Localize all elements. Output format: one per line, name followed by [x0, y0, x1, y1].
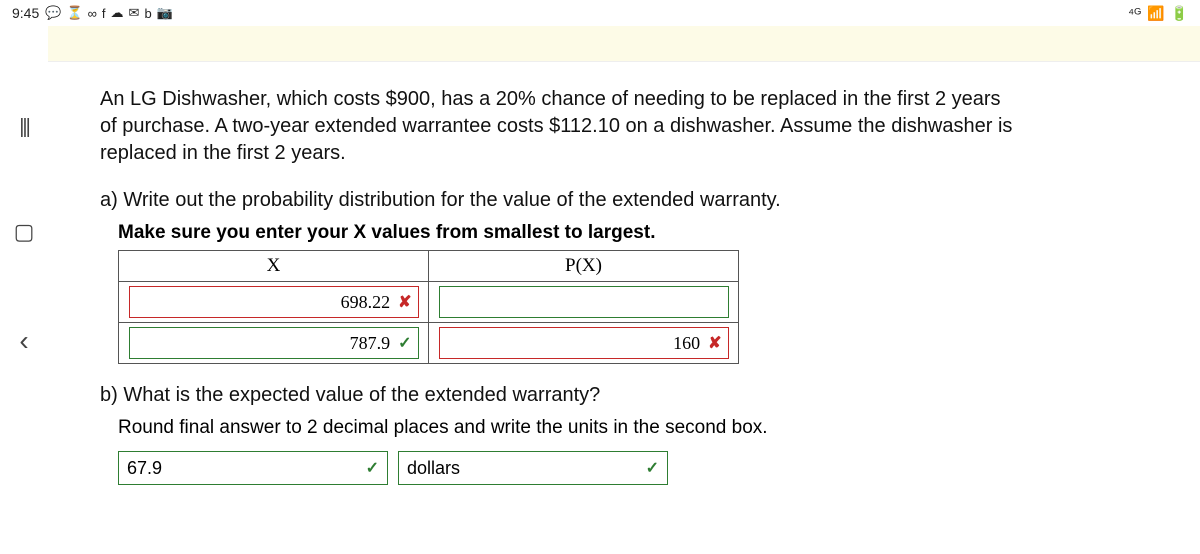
home-button[interactable]: ▢	[14, 219, 35, 245]
mail-icon: ✉	[129, 5, 140, 21]
table-row: 787.9 ✓ 160 ✘	[119, 323, 739, 364]
facebook-icon: f	[102, 6, 106, 21]
units-input[interactable]: dollars ✓	[398, 451, 668, 485]
expected-value-row: 67.9 ✓ dollars ✓	[118, 451, 1170, 485]
x-value-2: 787.9	[350, 333, 391, 354]
expected-value-input[interactable]: 67.9 ✓	[118, 451, 388, 485]
camera-icon: 📷	[157, 5, 173, 21]
px-value-2: 160	[673, 333, 700, 354]
x-input-2[interactable]: 787.9 ✓	[129, 327, 419, 359]
status-right: ⁴ᴳ 📶 🔋	[1128, 5, 1188, 22]
back-button[interactable]: ‹	[19, 325, 28, 357]
right-mark-icon: ✓	[646, 458, 659, 478]
b-icon: b	[144, 6, 151, 21]
notice-strip	[48, 26, 1200, 62]
status-left: 9:45 💬 ⏳ ∞ f ☁ ✉ b 📷	[12, 5, 173, 21]
right-mark-icon: ✓	[398, 333, 411, 353]
wrong-mark-icon: ✘	[708, 333, 721, 353]
part-a-label: a) Write out the probability distributio…	[100, 189, 1170, 212]
col-header-x: X	[119, 251, 429, 282]
right-mark-icon: ✓	[366, 458, 379, 478]
expected-value: 67.9	[127, 458, 162, 479]
px-input-1[interactable]	[439, 286, 729, 318]
question-content: An LG Dishwasher, which costs $900, has …	[90, 62, 1200, 485]
x-input-1[interactable]: 698.22 ✘	[129, 286, 419, 318]
status-time: 9:45	[12, 5, 39, 21]
network-4g-icon: ⁴ᴳ	[1128, 5, 1141, 21]
signal-icon: 📶	[1147, 5, 1164, 22]
distribution-table: X P(X) 698.22 ✘ 787.9 ✓	[118, 250, 739, 364]
table-row: 698.22 ✘	[119, 282, 739, 323]
battery-icon: 🔋	[1171, 5, 1188, 22]
cloud-icon: ☁	[111, 5, 124, 21]
infinity-icon: ∞	[88, 6, 97, 21]
x-value-1: 698.22	[341, 292, 391, 313]
part-b-label: b) What is the expected value of the ext…	[100, 384, 1170, 407]
status-bar: 9:45 💬 ⏳ ∞ f ☁ ✉ b 📷 ⁴ᴳ 📶 🔋	[0, 0, 1200, 26]
wrong-mark-icon: ✘	[398, 292, 411, 312]
device-nav: ||| ▢ ‹	[0, 26, 48, 554]
part-b-instruction: Round final answer to 2 decimal places a…	[118, 417, 1170, 439]
recent-apps-button[interactable]: |||	[19, 116, 29, 139]
status-left-icons: 💬 ⏳ ∞ f ☁ ✉ b 📷	[45, 5, 173, 21]
problem-statement: An LG Dishwasher, which costs $900, has …	[100, 86, 1020, 167]
part-a-instruction: Make sure you enter your X values from s…	[118, 222, 1170, 244]
timer-icon: ⏳	[66, 5, 82, 21]
units-value: dollars	[407, 458, 460, 479]
messenger-icon: 💬	[45, 5, 61, 21]
col-header-px: P(X)	[429, 251, 739, 282]
px-input-2[interactable]: 160 ✘	[439, 327, 729, 359]
